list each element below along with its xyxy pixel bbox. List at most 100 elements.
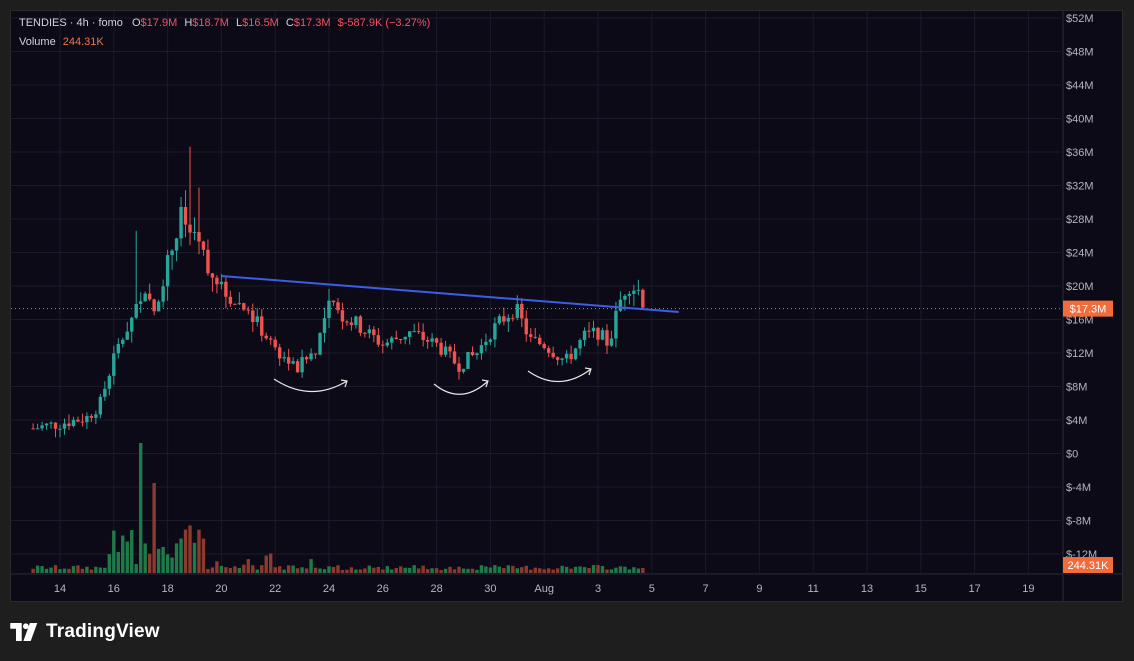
candle-body [484,341,488,346]
price-badge-label: $17.3M [1070,304,1107,316]
volume-legend: Volume 244.31K [19,36,104,48]
candle-body [206,249,210,274]
price-tick-label: $44M [1066,80,1094,92]
time-tick-label: 17 [968,583,980,595]
volume-bar [345,569,349,573]
close-label: C [285,17,294,29]
volume-bar [425,569,430,573]
candle-body [466,351,470,369]
volume-label[interactable]: Volume [19,36,56,48]
candle-body [582,330,587,341]
volume-bar [520,567,524,573]
candle-body [53,422,58,429]
candle-body [156,301,161,312]
trendline [221,274,679,313]
volume-bar [367,565,372,573]
volume-bar [161,546,165,573]
price-tick-label: $4M [1066,415,1087,427]
candle-body [85,416,89,423]
volume-bar [40,566,44,573]
candle-body [165,255,170,287]
price-axis[interactable]: $52M$48M$44M$40M$36M$32M$28M$24M$20M$16M… [1063,13,1113,573]
candle-body [443,346,448,355]
candle-body [408,331,412,337]
candle-body [147,293,152,300]
candle-body [116,343,120,354]
open-value: $17.9M [140,17,178,29]
candle-body [103,388,107,397]
volume-bar [121,535,125,573]
candle-body [524,318,528,335]
volume-bar [71,566,76,573]
volume-bar [80,568,85,573]
candle-body [372,329,376,336]
time-tick-label: 18 [161,583,173,595]
time-tick-label: 7 [703,583,709,595]
volume-bar [286,565,291,573]
candle-body [76,419,80,422]
candle-body [31,428,35,430]
candle-body [538,337,542,345]
volume-bar [49,567,53,573]
volume-bar [179,538,183,573]
candle-body [529,334,533,337]
volume-bar [201,538,206,573]
price-tick-label: $-8M [1066,516,1091,528]
time-axis[interactable]: 14 16 18 20 22 24 26 28 30 Aug 3 5 7 9 11 13 15 17 19 [54,583,1035,595]
time-tick-label: 20 [215,583,227,595]
price-tick-label: $52M [1066,13,1094,25]
volume-bar [497,566,502,573]
volume-bar [152,483,156,573]
volume-bar [385,566,389,573]
volume-bar [340,569,345,573]
candle-body [174,238,179,251]
time-tick-label: Aug [534,583,554,595]
volume-bar [582,567,587,573]
volume-bar [416,568,421,573]
volume-bar [237,567,242,573]
volume-bar [103,567,107,573]
candle-body [139,301,143,304]
volume-bar [112,530,116,573]
volume-bar [269,553,273,573]
volume-bar [363,568,367,573]
volume-bar [376,566,381,573]
candle-body [452,351,457,364]
candle-body [511,317,515,319]
volume-bar [233,566,237,573]
candle-body [416,331,421,333]
volume-bar [600,566,605,573]
volume-bar [94,566,98,573]
time-tick-label: 22 [269,583,281,595]
candle-body [381,344,385,346]
candle-body [197,232,201,242]
volume-bar [255,569,259,573]
volume-bar [336,565,340,573]
volume-bar [53,565,58,573]
close-value: $17.3M [293,17,331,29]
candle-body [623,295,627,300]
volume-bar [251,565,255,573]
brand-footer[interactable]: TradingView [10,618,160,646]
candle-body [493,323,497,340]
candle-body [578,340,582,349]
volume-bar [399,566,403,573]
chart-panel[interactable]: $52M $48M $44M $40M $36M $32M $28M $24M $20M $16M… [10,10,1123,602]
candle-body [251,310,255,323]
price-tick-label: $28M [1066,214,1094,226]
candle-body [277,347,282,359]
candle-body [94,414,98,418]
candle-body [210,273,215,278]
price-tick-label: $8M [1066,382,1087,394]
candle-body [497,316,502,324]
candle-body [44,423,49,426]
candlestick-chart[interactable]: $52M$48M$44M$40M$36M$32M$28M$24M$20M$16M… [11,11,1123,602]
symbol-label[interactable]: TENDIES · 4h · fomo [19,17,123,29]
volume-bar [219,565,224,573]
volume-badge: 244.31K [1063,557,1113,573]
volume-bar [394,568,398,573]
curve-arrow-icon [527,368,592,383]
candle-body [358,316,363,333]
volume-bar [439,569,443,573]
candle-body [551,352,555,358]
